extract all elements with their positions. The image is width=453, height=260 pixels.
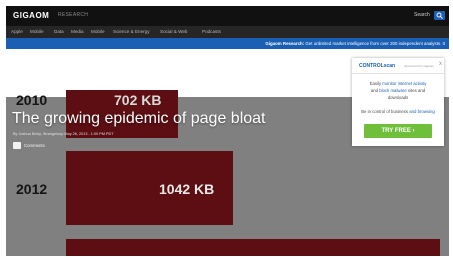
top-bar: GIGAOM RESEARCH Search	[6, 6, 449, 26]
ad-line-4: Be in control of business and browsing	[352, 109, 444, 114]
ad-divider	[352, 73, 444, 74]
nav-item-mobile-2[interactable]: Mobile	[91, 29, 105, 34]
ad-line-2-text: and	[370, 88, 380, 93]
comments-label: Comments	[24, 143, 45, 148]
promo-lead: Gigaom Research:	[265, 41, 305, 46]
bar-next	[66, 239, 440, 256]
article-headline[interactable]: The growing epidemic of page bloat	[12, 110, 266, 128]
ad-line-1-link: monitor internet activity	[382, 81, 427, 86]
nav-item-apple[interactable]: Apple	[11, 29, 23, 34]
nav-item-mobile[interactable]: Mobile	[30, 29, 44, 34]
nav-item-media[interactable]: Media	[71, 29, 84, 34]
ad-line-2: and block malware sites and	[352, 88, 444, 93]
nav-item-data[interactable]: Data	[54, 29, 64, 34]
article-byline: By Joshua Bixby, Strangeloop May 26, 201…	[13, 132, 114, 136]
ad-line-4-link: and browsing	[409, 109, 435, 114]
close-icon[interactable]: x	[439, 61, 442, 67]
research-link[interactable]: RESEARCH	[58, 12, 88, 18]
promo-banner[interactable]: Gigaom Research: Get unlimited market in…	[6, 38, 449, 49]
ad-line-2-tail: sites and	[406, 88, 426, 93]
year-label-2010: 2010	[16, 92, 48, 108]
nav-item-science-energy[interactable]: Science & Energy	[113, 29, 150, 34]
bar-value-2010: 702 KB	[114, 92, 162, 108]
nav-item-social-web[interactable]: Social & Web	[160, 29, 188, 34]
nav-item-podcasts[interactable]: Podcasts	[202, 29, 221, 34]
promo-text: Gigaom Research: Get unlimited market in…	[265, 41, 445, 46]
ad-line-1: Easily monitor internet activity	[352, 81, 444, 86]
search-link[interactable]: Search	[414, 12, 430, 18]
page-frame: GIGAOM RESEARCH Search Apple Mobile Data…	[6, 6, 449, 256]
ad-line-3: downloads	[387, 95, 409, 100]
ad-line-4-text: Be in control of business	[361, 109, 410, 114]
search-button[interactable]	[434, 11, 445, 20]
bar-value-2012: 1042 KB	[159, 181, 215, 197]
sponsored-ad[interactable]: CONTROLscan Sponsored by Gigaom x Easily…	[352, 58, 444, 146]
ad-line-1-text: Easily	[369, 81, 383, 86]
search-icon	[436, 12, 443, 19]
year-label-2012: 2012	[16, 181, 48, 197]
promo-body: Get unlimited market intelligence from o…	[304, 41, 445, 46]
ad-line-2-link: block malware	[379, 88, 407, 93]
site-logo[interactable]: GIGAOM	[13, 11, 49, 20]
ad-tag: Sponsored by Gigaom	[404, 64, 434, 68]
try-free-button[interactable]: TRY FREE ›	[364, 124, 432, 138]
ad-brand: CONTROLscan	[359, 63, 396, 69]
comment-icon	[13, 142, 21, 149]
category-nav: Apple Mobile Data Media Mobile Science &…	[6, 26, 449, 38]
